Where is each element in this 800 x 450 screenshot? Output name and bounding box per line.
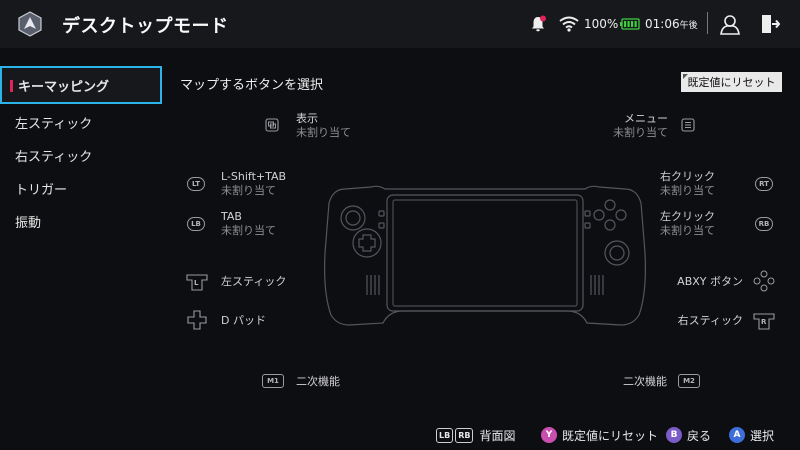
map-menu-label: メニュー	[624, 112, 668, 125]
footer-select[interactable]: A 選択	[729, 425, 774, 445]
map-m1-label: 二次機能	[296, 375, 340, 388]
right-stick-badge: R	[761, 318, 767, 326]
header-divider	[707, 12, 708, 34]
map-lb-label: TAB	[221, 210, 242, 223]
footer-back-label: 戻る	[687, 428, 712, 443]
map-rb[interactable]: 左クリック 未割り当て	[660, 210, 715, 238]
map-lt[interactable]: L-Shift+TAB 未割り当て	[221, 170, 286, 198]
footer-back-view-label: 背面図	[479, 428, 516, 443]
sidebar-item-right-stick[interactable]: 右スティック	[0, 139, 162, 172]
sidebar-item-key-mapping[interactable]: キーマッピング	[0, 66, 162, 104]
map-m2[interactable]: 二次機能	[623, 375, 667, 389]
handheld-device-illustration	[324, 185, 646, 326]
map-rt-label: 右クリック	[660, 170, 715, 183]
dpad-icon	[187, 310, 207, 330]
header-bar: デスクトップモード 100% 01:06 午後	[0, 0, 800, 48]
clock-ampm: 午後	[679, 20, 698, 31]
rb-key: RB	[455, 427, 474, 443]
a-button-icon: A	[729, 427, 745, 443]
map-lb[interactable]: TAB 未割り当て	[221, 210, 276, 238]
map-left-stick-label: 左スティック	[221, 275, 287, 288]
map-left-stick[interactable]: 左スティック	[221, 275, 286, 289]
clock: 01:06 午後	[645, 0, 698, 48]
sidebar-item-left-stick[interactable]: 左スティック	[0, 106, 162, 139]
map-rb-label: 左クリック	[660, 210, 715, 223]
abxy-icon	[753, 270, 775, 292]
footer-reset[interactable]: Y 既定値にリセット	[541, 425, 658, 445]
m1-badge: M1	[262, 374, 284, 388]
left-stick-badge: L	[194, 279, 199, 287]
rt-badge: RT	[755, 177, 773, 191]
map-view[interactable]: 表示 未割り当て	[296, 112, 351, 140]
map-menu[interactable]: メニュー 未割り当て	[613, 112, 668, 140]
sidebar-item-vibration[interactable]: 振動	[0, 205, 162, 238]
map-rb-value: 未割り当て	[660, 224, 715, 237]
footer-select-label: 選択	[750, 428, 775, 443]
view-icon	[265, 118, 279, 132]
app-logo-icon	[18, 11, 42, 37]
footer-back-view[interactable]: LB RB 背面図	[436, 425, 515, 445]
sidebar-item-label: 左スティック	[15, 117, 93, 132]
y-button-icon: Y	[541, 427, 557, 443]
map-menu-value: 未割り当て	[613, 126, 668, 139]
reset-default-button[interactable]: 既定値にリセット	[681, 72, 782, 92]
map-view-label: 表示	[296, 112, 318, 125]
notification-bell-icon[interactable]	[529, 0, 547, 48]
rb-badge: RB	[755, 217, 773, 231]
sidebar-item-label: 振動	[15, 216, 42, 231]
sidebar-item-label: キーマッピング	[18, 79, 110, 95]
map-lb-value: 未割り当て	[221, 224, 276, 237]
clock-time: 01:06	[645, 17, 680, 31]
map-lt-label: L-Shift+TAB	[221, 170, 287, 183]
sidebar-item-label: 右スティック	[15, 150, 93, 165]
b-button-icon: B	[666, 427, 682, 443]
footer-back[interactable]: B 戻る	[666, 425, 711, 445]
map-dpad-label: D パッド	[221, 314, 266, 327]
map-dpad[interactable]: D パッド	[221, 314, 266, 328]
battery-percent: 100%	[584, 17, 619, 31]
user-icon[interactable]	[720, 0, 740, 48]
wifi-icon	[559, 0, 579, 48]
map-abxy[interactable]: ABXY ボタン	[677, 275, 743, 289]
map-right-stick[interactable]: 右スティック	[678, 314, 743, 328]
lb-badge: LB	[187, 217, 205, 231]
map-m1[interactable]: 二次機能	[296, 375, 340, 389]
sidebar: キーマッピング 左スティック 右スティック トリガー 振動	[0, 66, 162, 238]
sidebar-item-label: トリガー	[15, 183, 68, 198]
reset-button-label: 既定値にリセット	[687, 76, 776, 89]
menu-icon	[681, 118, 695, 132]
map-view-value: 未割り当て	[296, 126, 351, 139]
mapping-prompt: マップするボタンを選択	[180, 78, 324, 93]
map-lt-value: 未割り当て	[221, 184, 276, 197]
exit-icon[interactable]	[760, 0, 780, 48]
map-rt[interactable]: 右クリック 未割り当て	[660, 170, 715, 198]
map-rt-value: 未割り当て	[660, 184, 715, 197]
battery-icon	[620, 0, 640, 48]
app-title: デスクトップモード	[62, 16, 229, 37]
footer-reset-label: 既定値にリセット	[562, 428, 659, 443]
map-right-stick-label: 右スティック	[677, 314, 743, 327]
map-m2-label: 二次機能	[623, 375, 667, 388]
m2-badge: M2	[678, 374, 700, 388]
map-abxy-label: ABXY ボタン	[677, 275, 743, 288]
sidebar-item-trigger[interactable]: トリガー	[0, 172, 162, 205]
lb-key: LB	[436, 427, 454, 443]
lt-badge: LT	[187, 177, 205, 191]
